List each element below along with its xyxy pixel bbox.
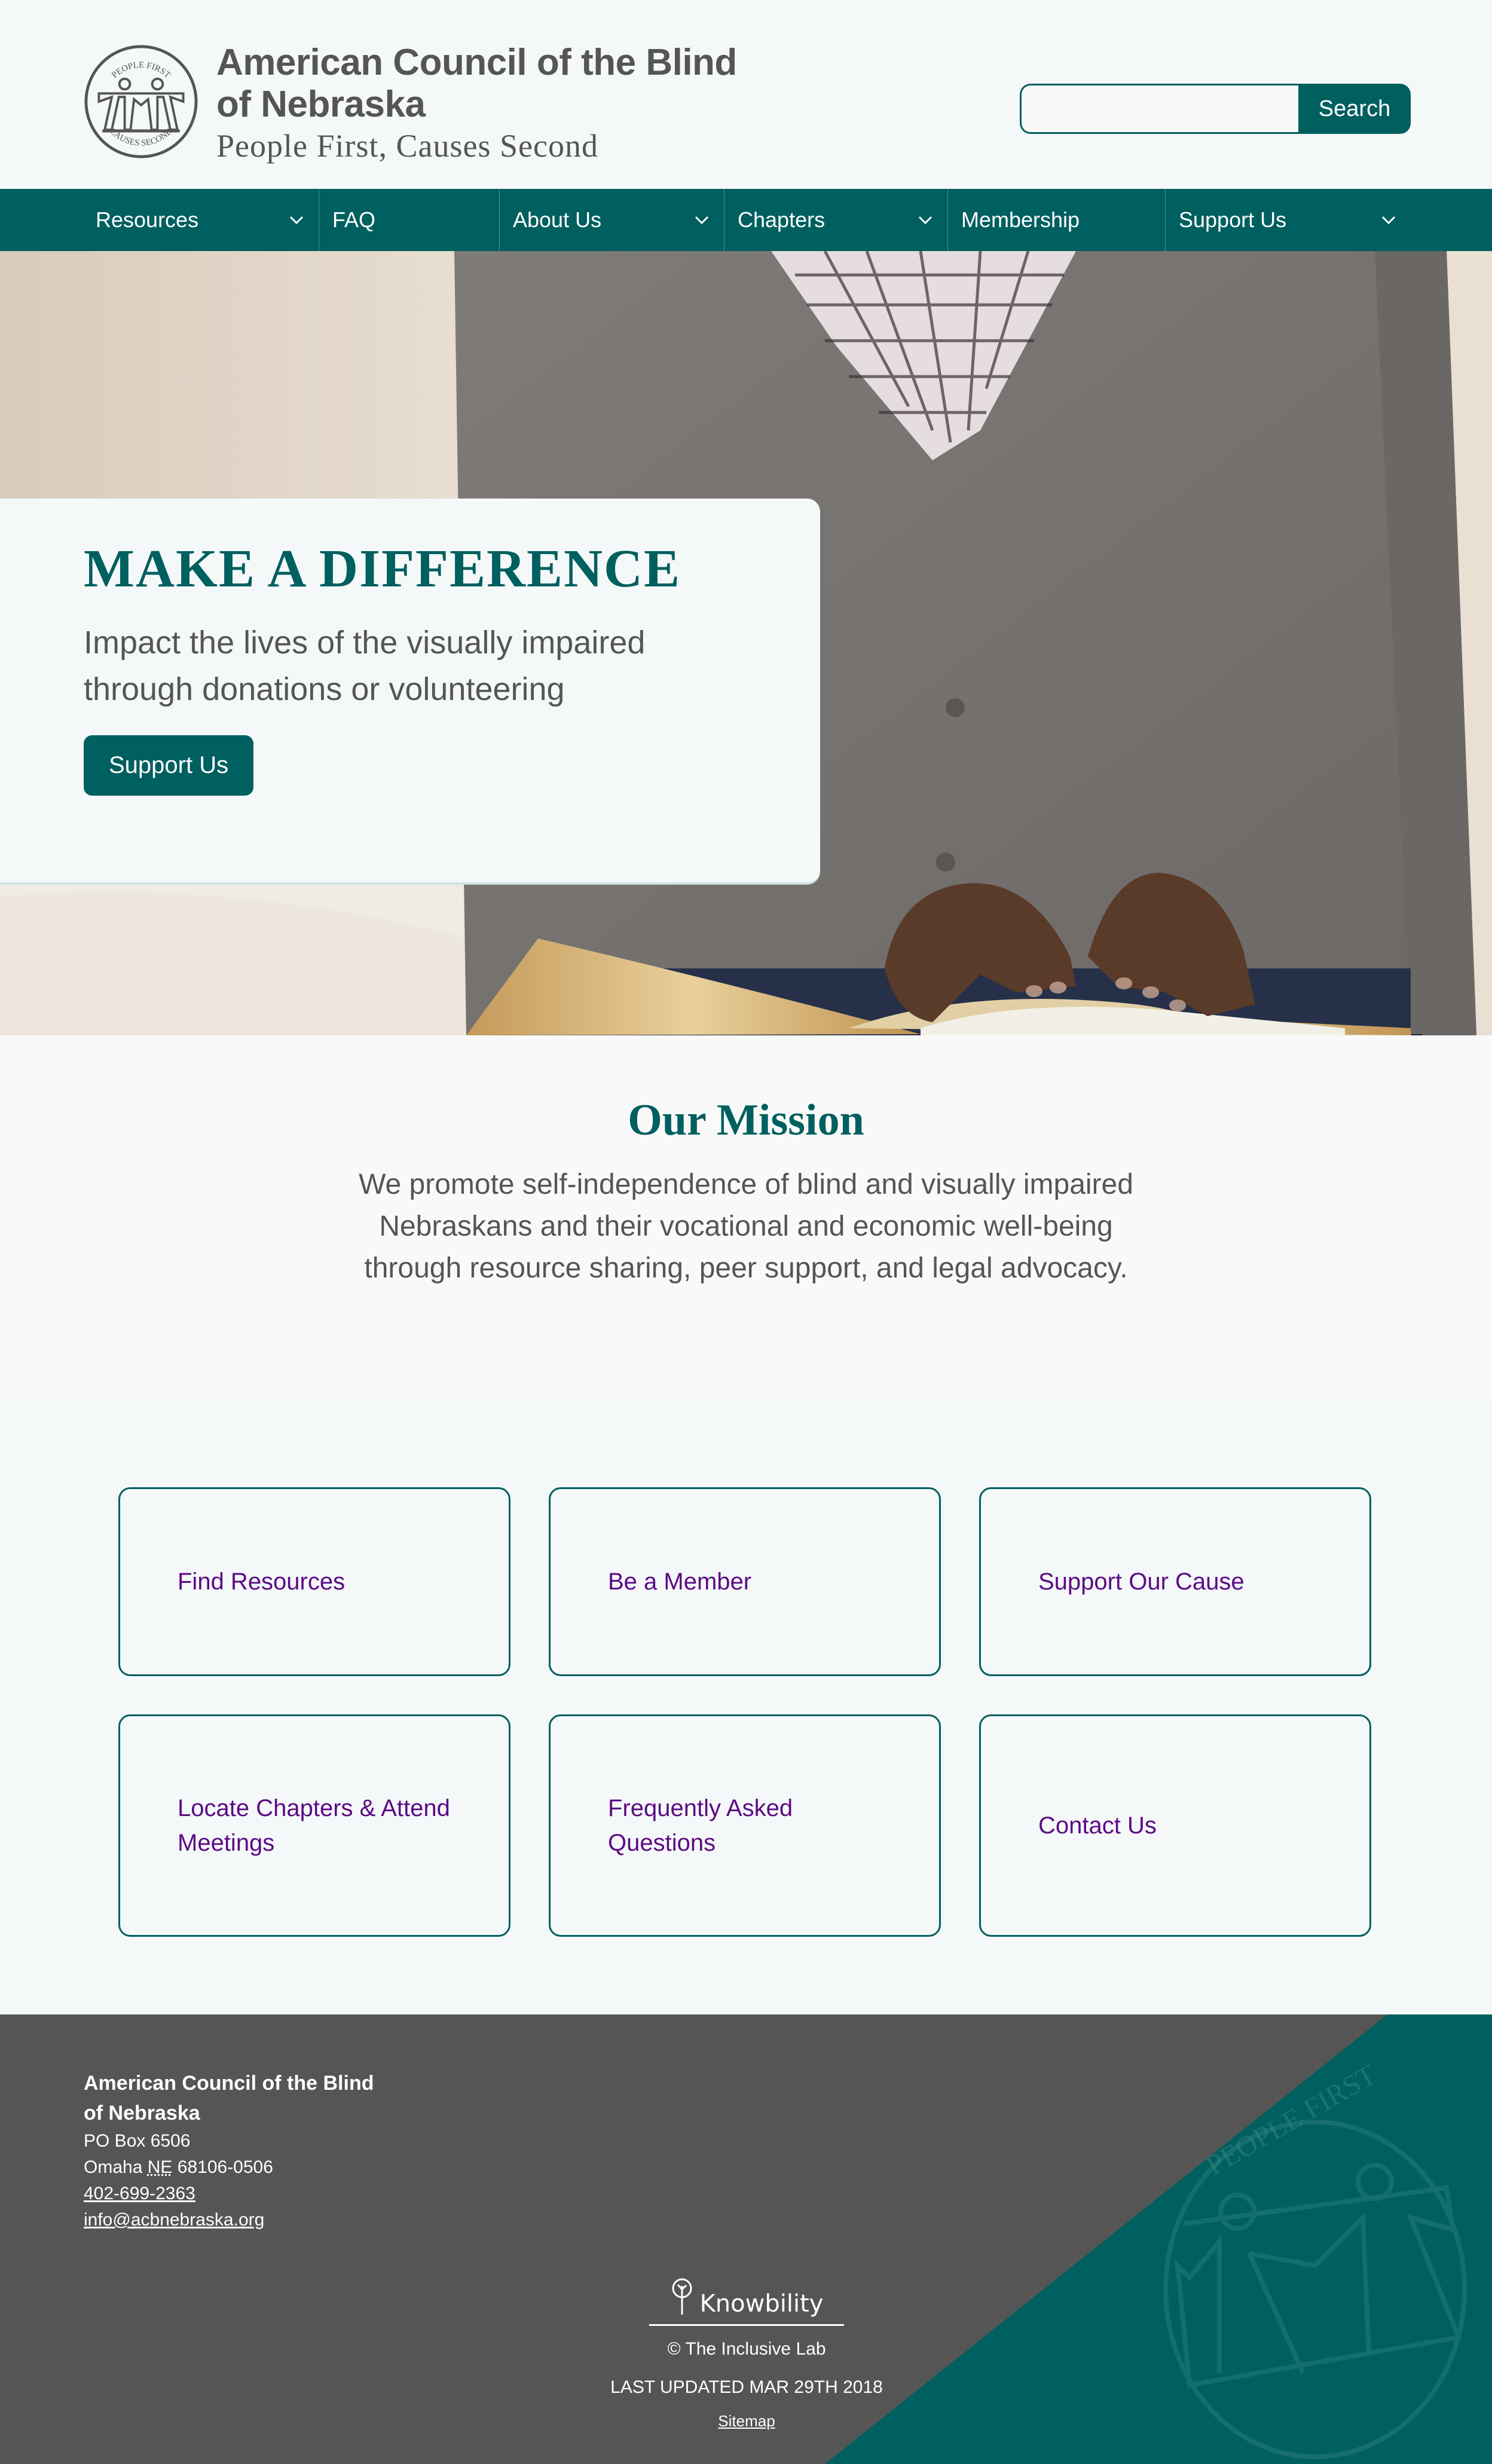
mission-text: We promote self-independence of blind an… xyxy=(359,1169,1133,1284)
footer-zip: 68106-0506 xyxy=(177,2157,273,2177)
card-label: Support Our Cause xyxy=(1038,1569,1245,1595)
nav-item-faq[interactable]: FAQ xyxy=(319,189,500,251)
card-find-resources[interactable]: Find Resources xyxy=(118,1487,510,1676)
support-us-button[interactable]: Support Us xyxy=(84,735,254,796)
search-button[interactable]: Search xyxy=(1298,84,1411,134)
footer-city-line: Omaha NE 68106-0506 xyxy=(84,2154,374,2181)
nav-item-support-us[interactable]: Support Us xyxy=(1166,189,1411,251)
footer-po-box: PO Box 6506 xyxy=(84,2131,191,2151)
card-contact-us[interactable]: Contact Us xyxy=(979,1714,1371,1937)
nav-item-resources[interactable]: Resources xyxy=(0,189,319,251)
chevron-down-icon xyxy=(1381,216,1396,225)
nav-label: Membership xyxy=(961,207,1080,232)
nav-item-about-us[interactable]: About Us xyxy=(500,189,724,251)
footer-address: American Council of the Blind of Nebrask… xyxy=(84,2068,374,2233)
nav-label: Resources xyxy=(96,207,199,232)
nav-item-membership[interactable]: Membership xyxy=(948,189,1166,251)
knowbility-text: Knowbility xyxy=(699,2290,824,2318)
main-nav: Resources FAQ About Us Chapters Membersh… xyxy=(0,189,1492,251)
hero-title: MAKE A DIFFERENCE xyxy=(84,539,681,598)
nav-label: FAQ xyxy=(332,207,376,232)
nav-label: About Us xyxy=(513,207,602,232)
footer-city: Omaha xyxy=(84,2157,143,2177)
search-input[interactable] xyxy=(1020,84,1298,134)
card-locate-chapters[interactable]: Locate Chapters & Attend Meetings xyxy=(118,1714,510,1937)
site-footer: PEOPLE FIRST American Council of the Bli… xyxy=(0,2014,1492,2464)
quick-links-grid: Find Resources Be a Member Support Our C… xyxy=(0,1487,1492,1937)
watermark-seal-icon xyxy=(1163,2120,1467,2459)
card-label: Find Resources xyxy=(178,1569,346,1595)
acb-seal-logo-icon: PEOPLE FIRST CAUSES SECOND xyxy=(84,45,198,158)
footer-email-link[interactable]: info@acbnebraska.org xyxy=(84,2210,264,2230)
card-be-a-member[interactable]: Be a Member xyxy=(549,1487,941,1676)
card-support-our-cause[interactable]: Support Our Cause xyxy=(979,1487,1371,1676)
card-faq[interactable]: Frequently Asked Questions xyxy=(549,1714,941,1937)
logo-link[interactable]: PEOPLE FIRST CAUSES SECOND American Coun… xyxy=(82,42,737,165)
nav-item-chapters[interactable]: Chapters xyxy=(724,189,948,251)
footer-state: NE xyxy=(147,2157,173,2177)
last-updated: LAST UPDATED MAR 29TH 2018 xyxy=(610,2377,883,2397)
footer-credits: Knowbility © The Inclusive Lab LAST UPDA… xyxy=(610,2277,883,2431)
hero-card: MAKE A DIFFERENCE Impact the lives of th… xyxy=(0,499,820,885)
svg-text:PEOPLE FIRST: PEOPLE FIRST xyxy=(110,60,172,80)
nav-label: Support Us xyxy=(1179,207,1287,232)
nav-label: Chapters xyxy=(738,207,826,232)
chevron-down-icon xyxy=(695,216,709,225)
org-name-line2: of Nebraska xyxy=(216,84,426,125)
footer-phone-link[interactable]: 402-699-2363 xyxy=(84,2184,195,2203)
card-label: Be a Member xyxy=(608,1569,752,1595)
knowbility-logo[interactable]: Knowbility xyxy=(649,2277,844,2326)
chevron-down-icon xyxy=(918,216,932,225)
footer-org-line2: of Nebraska xyxy=(84,2102,200,2124)
hero: MAKE A DIFFERENCE Impact the lives of th… xyxy=(0,251,1492,1035)
sitemap-link[interactable]: Sitemap xyxy=(718,2412,775,2431)
svg-text:PEOPLE FIRST: PEOPLE FIRST xyxy=(1201,2059,1382,2181)
site-header: PEOPLE FIRST CAUSES SECOND American Coun… xyxy=(0,0,1492,189)
quick-links-section: Find Resources Be a Member Support Our C… xyxy=(0,1399,1492,2014)
tagline: People First, Causes Second xyxy=(216,128,598,164)
mission-section: Our Mission We promote self-independence… xyxy=(0,1035,1492,1399)
tree-icon xyxy=(672,2278,692,2315)
mission-title: Our Mission xyxy=(628,1096,864,1145)
copyright: © The Inclusive Lab xyxy=(667,2339,826,2359)
search-form: Search xyxy=(1020,84,1411,134)
footer-org-line1: American Council of the Blind xyxy=(84,2072,374,2095)
card-label: Contact Us xyxy=(1038,1812,1157,1839)
brand: American Council of the Blind of Nebrask… xyxy=(216,42,737,165)
card-label: Frequently Asked Questions xyxy=(608,1795,793,1856)
hero-text: Impact the lives of the visually impaire… xyxy=(84,625,646,707)
org-name-line1: American Council of the Blind xyxy=(216,42,737,83)
chevron-down-icon xyxy=(289,216,304,225)
card-label: Locate Chapters & Attend Meetings xyxy=(178,1795,450,1856)
